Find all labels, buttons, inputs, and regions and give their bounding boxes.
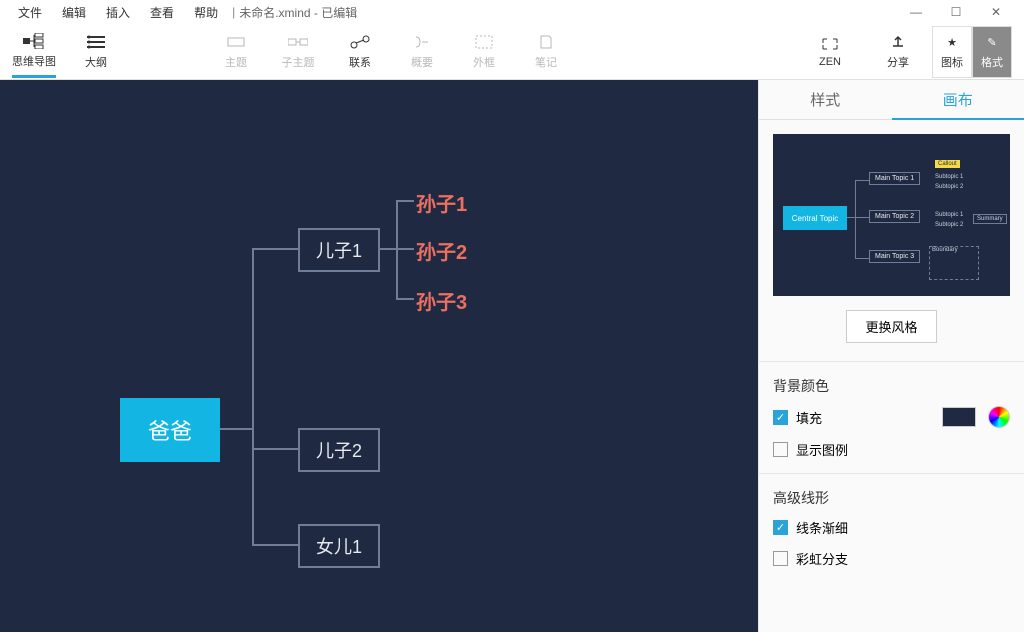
format-panel-button[interactable]: ✎ 格式 [972, 26, 1012, 78]
preview-sub: Subtopic 1 [935, 174, 963, 180]
label-show-legend: 显示图例 [796, 440, 848, 459]
mindmap-node[interactable]: 儿子2 [298, 428, 380, 472]
share-icon [887, 33, 909, 51]
note-icon [535, 33, 557, 51]
toolbar-label: 分享 [887, 54, 909, 70]
toolbar-label: 外框 [473, 54, 495, 70]
minimize-button[interactable]: — [896, 0, 936, 24]
mindmap-root-node[interactable]: 爸爸 [120, 398, 220, 462]
title-separator: | [232, 5, 235, 19]
checkbox-show-legend[interactable] [773, 442, 788, 457]
mindmap-node[interactable]: 女儿1 [298, 524, 380, 568]
preview-callout: Callout [935, 160, 960, 168]
preview-main: Main Topic 2 [869, 210, 920, 223]
toolbar-label: 图标 [941, 54, 963, 70]
summary-icon [411, 33, 433, 51]
share-button[interactable]: 分享 [876, 26, 920, 78]
brush-icon: ✎ [981, 33, 1003, 51]
bg-color-swatch[interactable] [942, 407, 976, 427]
insert-topic-button[interactable]: 主题 [214, 26, 258, 78]
insert-note-button[interactable]: 笔记 [524, 26, 568, 78]
preview-main: Main Topic 1 [869, 172, 920, 185]
star-icon: ★ [941, 33, 963, 51]
zen-mode-button[interactable]: ZEN [808, 26, 852, 78]
label-rainbow: 彩虹分支 [796, 549, 848, 568]
mindmap-leaf-node[interactable]: 孙子3 [416, 286, 467, 315]
preview-summary: Summary [973, 214, 1007, 224]
label-line-taper: 线条渐细 [796, 518, 848, 537]
change-style-button[interactable]: 更换风格 [846, 310, 936, 343]
outline-icon [85, 33, 107, 51]
canvas[interactable]: 爸爸 儿子1 儿子2 女儿1 孙子1 孙子2 孙子3 [0, 80, 758, 632]
insert-boundary-button[interactable]: 外框 [462, 26, 506, 78]
view-outline-button[interactable]: 大纲 [74, 26, 118, 78]
menu-view[interactable]: 查看 [140, 2, 184, 23]
preview-sub: Subtopic 1 [935, 212, 963, 218]
toolbar-label: 子主题 [282, 54, 315, 70]
icons-panel-button[interactable]: ★ 图标 [932, 26, 972, 78]
checkbox-rainbow[interactable] [773, 551, 788, 566]
maximize-button[interactable]: ☐ [936, 0, 976, 24]
preview-central: Central Topic [783, 206, 847, 230]
preview-sub: Subtopic 2 [935, 222, 963, 228]
mindmap-icon [23, 32, 45, 50]
close-button[interactable]: ✕ [976, 0, 1016, 24]
theme-preview: Central Topic Main Topic 1 Main Topic 2 … [773, 134, 1010, 296]
menu-bar: 文件 编辑 插入 查看 帮助 | 未命名.xmind - 已编辑 — ☐ ✕ [0, 0, 1024, 24]
checkbox-fill[interactable]: ✓ [773, 410, 788, 425]
insert-relation-button[interactable]: 联系 [338, 26, 382, 78]
view-mindmap-button[interactable]: 思维导图 [12, 26, 56, 78]
section-adv-line: 高级线形 [773, 488, 1010, 508]
preview-sub: Subtopic 2 [935, 184, 963, 190]
mindmap-leaf-node[interactable]: 孙子1 [416, 188, 467, 217]
toolbar-label: 联系 [349, 54, 371, 70]
format-panel: 样式 画布 Central Topic Main Topic 1 Main To… [758, 80, 1024, 632]
toolbar-label: 格式 [981, 54, 1003, 70]
toolbar-label: ZEN [819, 56, 841, 68]
toolbar: 思维导图 大纲 主题 子主题 联系 概要 外框 [0, 24, 1024, 80]
toolbar-label: 思维导图 [12, 53, 56, 69]
label-fill: 填充 [796, 408, 822, 427]
toolbar-label: 主题 [225, 54, 247, 70]
tab-canvas[interactable]: 画布 [892, 80, 1024, 120]
tab-style[interactable]: 样式 [759, 80, 892, 120]
menu-edit[interactable]: 编辑 [52, 2, 96, 23]
relation-icon [349, 33, 371, 51]
color-picker-button[interactable] [988, 406, 1010, 428]
checkbox-line-taper[interactable]: ✓ [773, 520, 788, 535]
zen-icon [819, 35, 841, 53]
toolbar-label: 大纲 [85, 54, 107, 70]
boundary-icon [473, 33, 495, 51]
topic-icon [225, 33, 247, 51]
toolbar-label: 概要 [411, 54, 433, 70]
insert-summary-button[interactable]: 概要 [400, 26, 444, 78]
menu-insert[interactable]: 插入 [96, 2, 140, 23]
section-bg-color: 背景颜色 [773, 376, 1010, 396]
menu-help[interactable]: 帮助 [184, 2, 228, 23]
preview-main: Main Topic 3 [869, 250, 920, 263]
mindmap-leaf-node[interactable]: 孙子2 [416, 236, 467, 265]
insert-subtopic-button[interactable]: 子主题 [276, 26, 320, 78]
preview-boundary: Boundary [929, 246, 979, 280]
document-title: 未命名.xmind - 已编辑 [239, 4, 357, 21]
menu-file[interactable]: 文件 [8, 2, 52, 23]
toolbar-label: 笔记 [535, 54, 557, 70]
mindmap-node[interactable]: 儿子1 [298, 228, 380, 272]
subtopic-icon [287, 33, 309, 51]
